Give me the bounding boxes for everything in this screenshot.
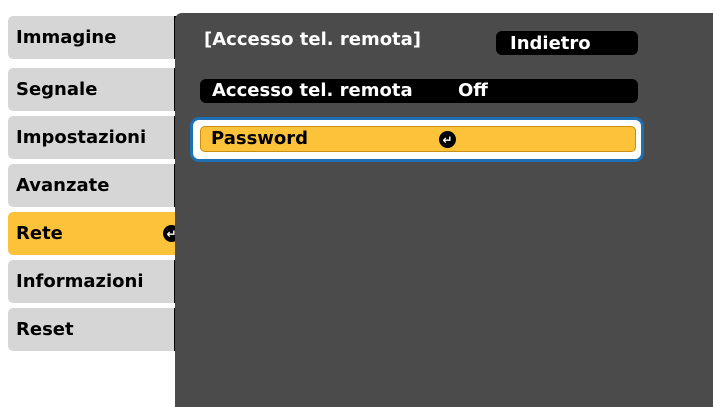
back-button-label: Indietro (510, 32, 591, 54)
enter-icon: ↵ (439, 131, 456, 148)
sidebar-item-label: Avanzate (16, 175, 110, 196)
sidebar-item-label: Rete (16, 223, 63, 244)
setting-label: Accesso tel. remota (212, 80, 413, 101)
sidebar-item-informazioni[interactable]: Informazioni (8, 260, 188, 303)
sidebar-item-avanzate[interactable]: Avanzate (8, 164, 188, 207)
setting-value: Off (458, 80, 488, 101)
sidebar-item-impostazioni[interactable]: Impostazioni (8, 116, 188, 159)
sidebar-item-reset[interactable]: Reset (8, 308, 188, 351)
sidebar: Immagine Segnale Impostazioni Avanzate R… (0, 0, 190, 407)
sidebar-item-immagine[interactable]: Immagine (8, 16, 188, 59)
sidebar-item-label: Immagine (16, 27, 117, 48)
sidebar-item-label: Reset (16, 319, 74, 340)
settings-panel (175, 13, 713, 407)
sidebar-item-label: Impostazioni (16, 127, 147, 148)
back-button[interactable]: Indietro (496, 31, 638, 55)
sidebar-item-label: Segnale (16, 79, 98, 100)
sidebar-item-rete[interactable]: Rete ↵ (8, 212, 188, 255)
password-label: Password (211, 128, 309, 149)
panel-title: [Accesso tel. remota] (204, 29, 422, 50)
sidebar-item-segnale[interactable]: Segnale (8, 68, 188, 111)
sidebar-item-label: Informazioni (16, 271, 144, 292)
password-menu-item[interactable]: Password ↵ (200, 126, 636, 152)
setting-row-accesso-tel-remota[interactable]: Accesso tel. remota Off (200, 79, 638, 103)
